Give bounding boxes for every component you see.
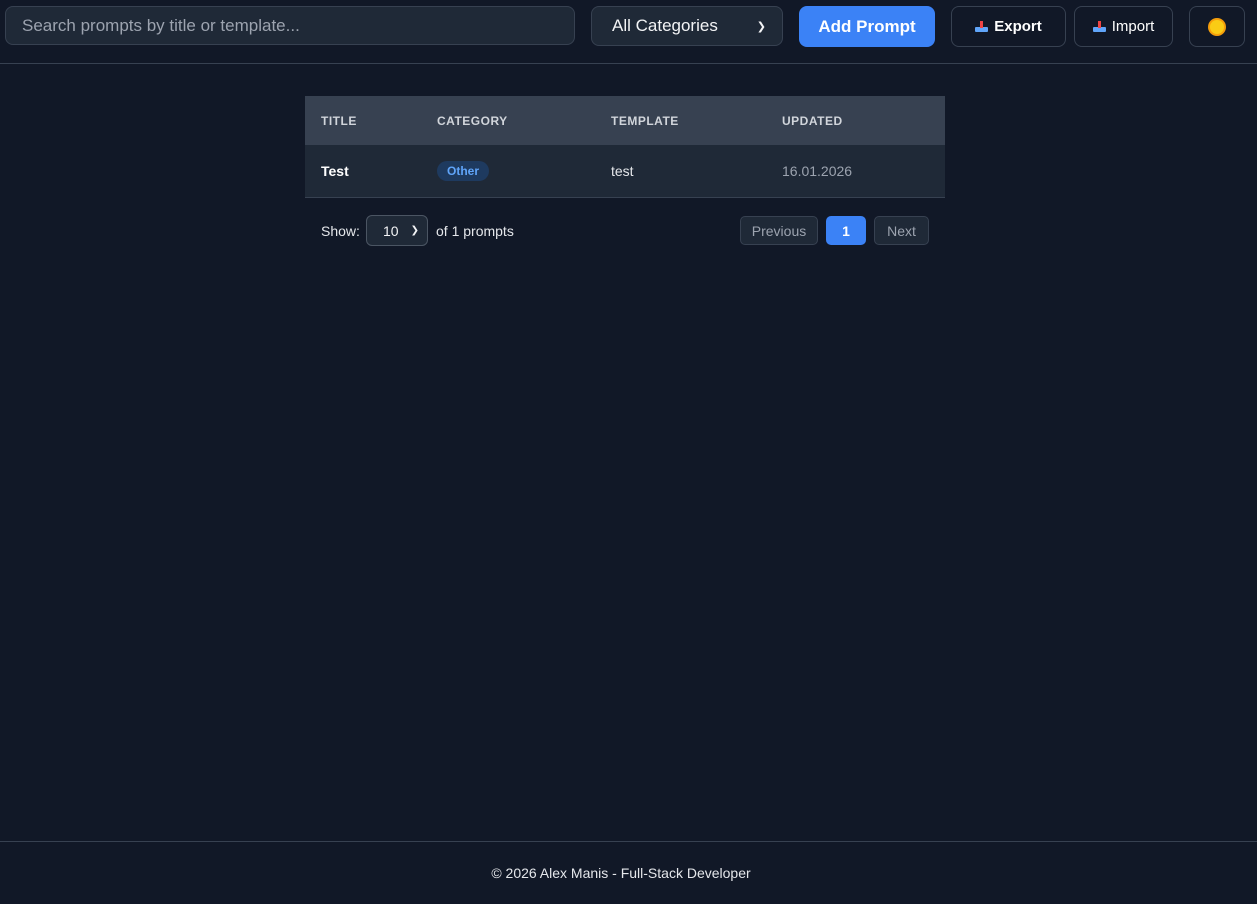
table-row[interactable]: Test Other test 16.01.2026 bbox=[305, 145, 945, 198]
page-size-value: 10 bbox=[383, 222, 399, 239]
add-prompt-label: Add Prompt bbox=[818, 16, 916, 36]
prompt-count: of 1 prompts bbox=[436, 223, 514, 239]
chevron-down-icon: ❯ bbox=[410, 225, 419, 236]
column-header-category[interactable]: CATEGORY bbox=[437, 114, 508, 128]
column-header-template[interactable]: TEMPLATE bbox=[611, 114, 679, 128]
cell-updated: 16.01.2026 bbox=[782, 163, 853, 179]
footer-text: © 2026 Alex Manis - Full-Stack Developer bbox=[491, 865, 751, 881]
cell-category: Other bbox=[437, 161, 490, 181]
show-label: Show: bbox=[321, 223, 360, 239]
cell-template: test bbox=[611, 163, 634, 179]
theme-toggle-button[interactable] bbox=[1189, 6, 1245, 47]
page-button-1[interactable]: 1 bbox=[826, 216, 866, 245]
page-size-select[interactable]: 10 ❯ bbox=[366, 215, 428, 246]
import-label: Import bbox=[1111, 18, 1155, 35]
sun-icon bbox=[1210, 19, 1224, 34]
column-header-title[interactable]: TITLE bbox=[321, 114, 357, 128]
column-header-updated[interactable]: UPDATED bbox=[782, 114, 843, 128]
export-label: Export bbox=[994, 18, 1042, 35]
import-button[interactable]: Import bbox=[1074, 6, 1173, 47]
table-header: TITLE CATEGORY TEMPLATE UPDATED bbox=[305, 96, 945, 145]
pagination-bar: Show: 10 ❯ of 1 prompts Previous 1 Next bbox=[305, 215, 945, 246]
footer: © 2026 Alex Manis - Full-Stack Developer bbox=[0, 841, 1257, 904]
next-button[interactable]: Next bbox=[874, 216, 929, 245]
previous-button[interactable]: Previous bbox=[740, 216, 818, 245]
category-select-value: All Categories bbox=[612, 16, 718, 35]
previous-label: Previous bbox=[751, 222, 807, 239]
export-button[interactable]: Export bbox=[951, 6, 1066, 47]
prompts-table: TITLE CATEGORY TEMPLATE UPDATED Test Oth… bbox=[305, 96, 945, 198]
cell-title: Test bbox=[321, 163, 349, 179]
page-number: 1 bbox=[842, 222, 850, 239]
chevron-down-icon: ❯ bbox=[756, 20, 766, 33]
add-prompt-button[interactable]: Add Prompt bbox=[799, 6, 935, 47]
top-toolbar: All Categories ❯ Add Prompt Export Impor… bbox=[0, 0, 1257, 64]
next-label: Next bbox=[887, 222, 916, 239]
category-select[interactable]: All Categories ❯ bbox=[591, 6, 783, 46]
search-input[interactable] bbox=[5, 6, 575, 45]
export-icon bbox=[975, 21, 989, 32]
import-icon bbox=[1092, 21, 1106, 32]
category-badge: Other bbox=[437, 161, 490, 181]
